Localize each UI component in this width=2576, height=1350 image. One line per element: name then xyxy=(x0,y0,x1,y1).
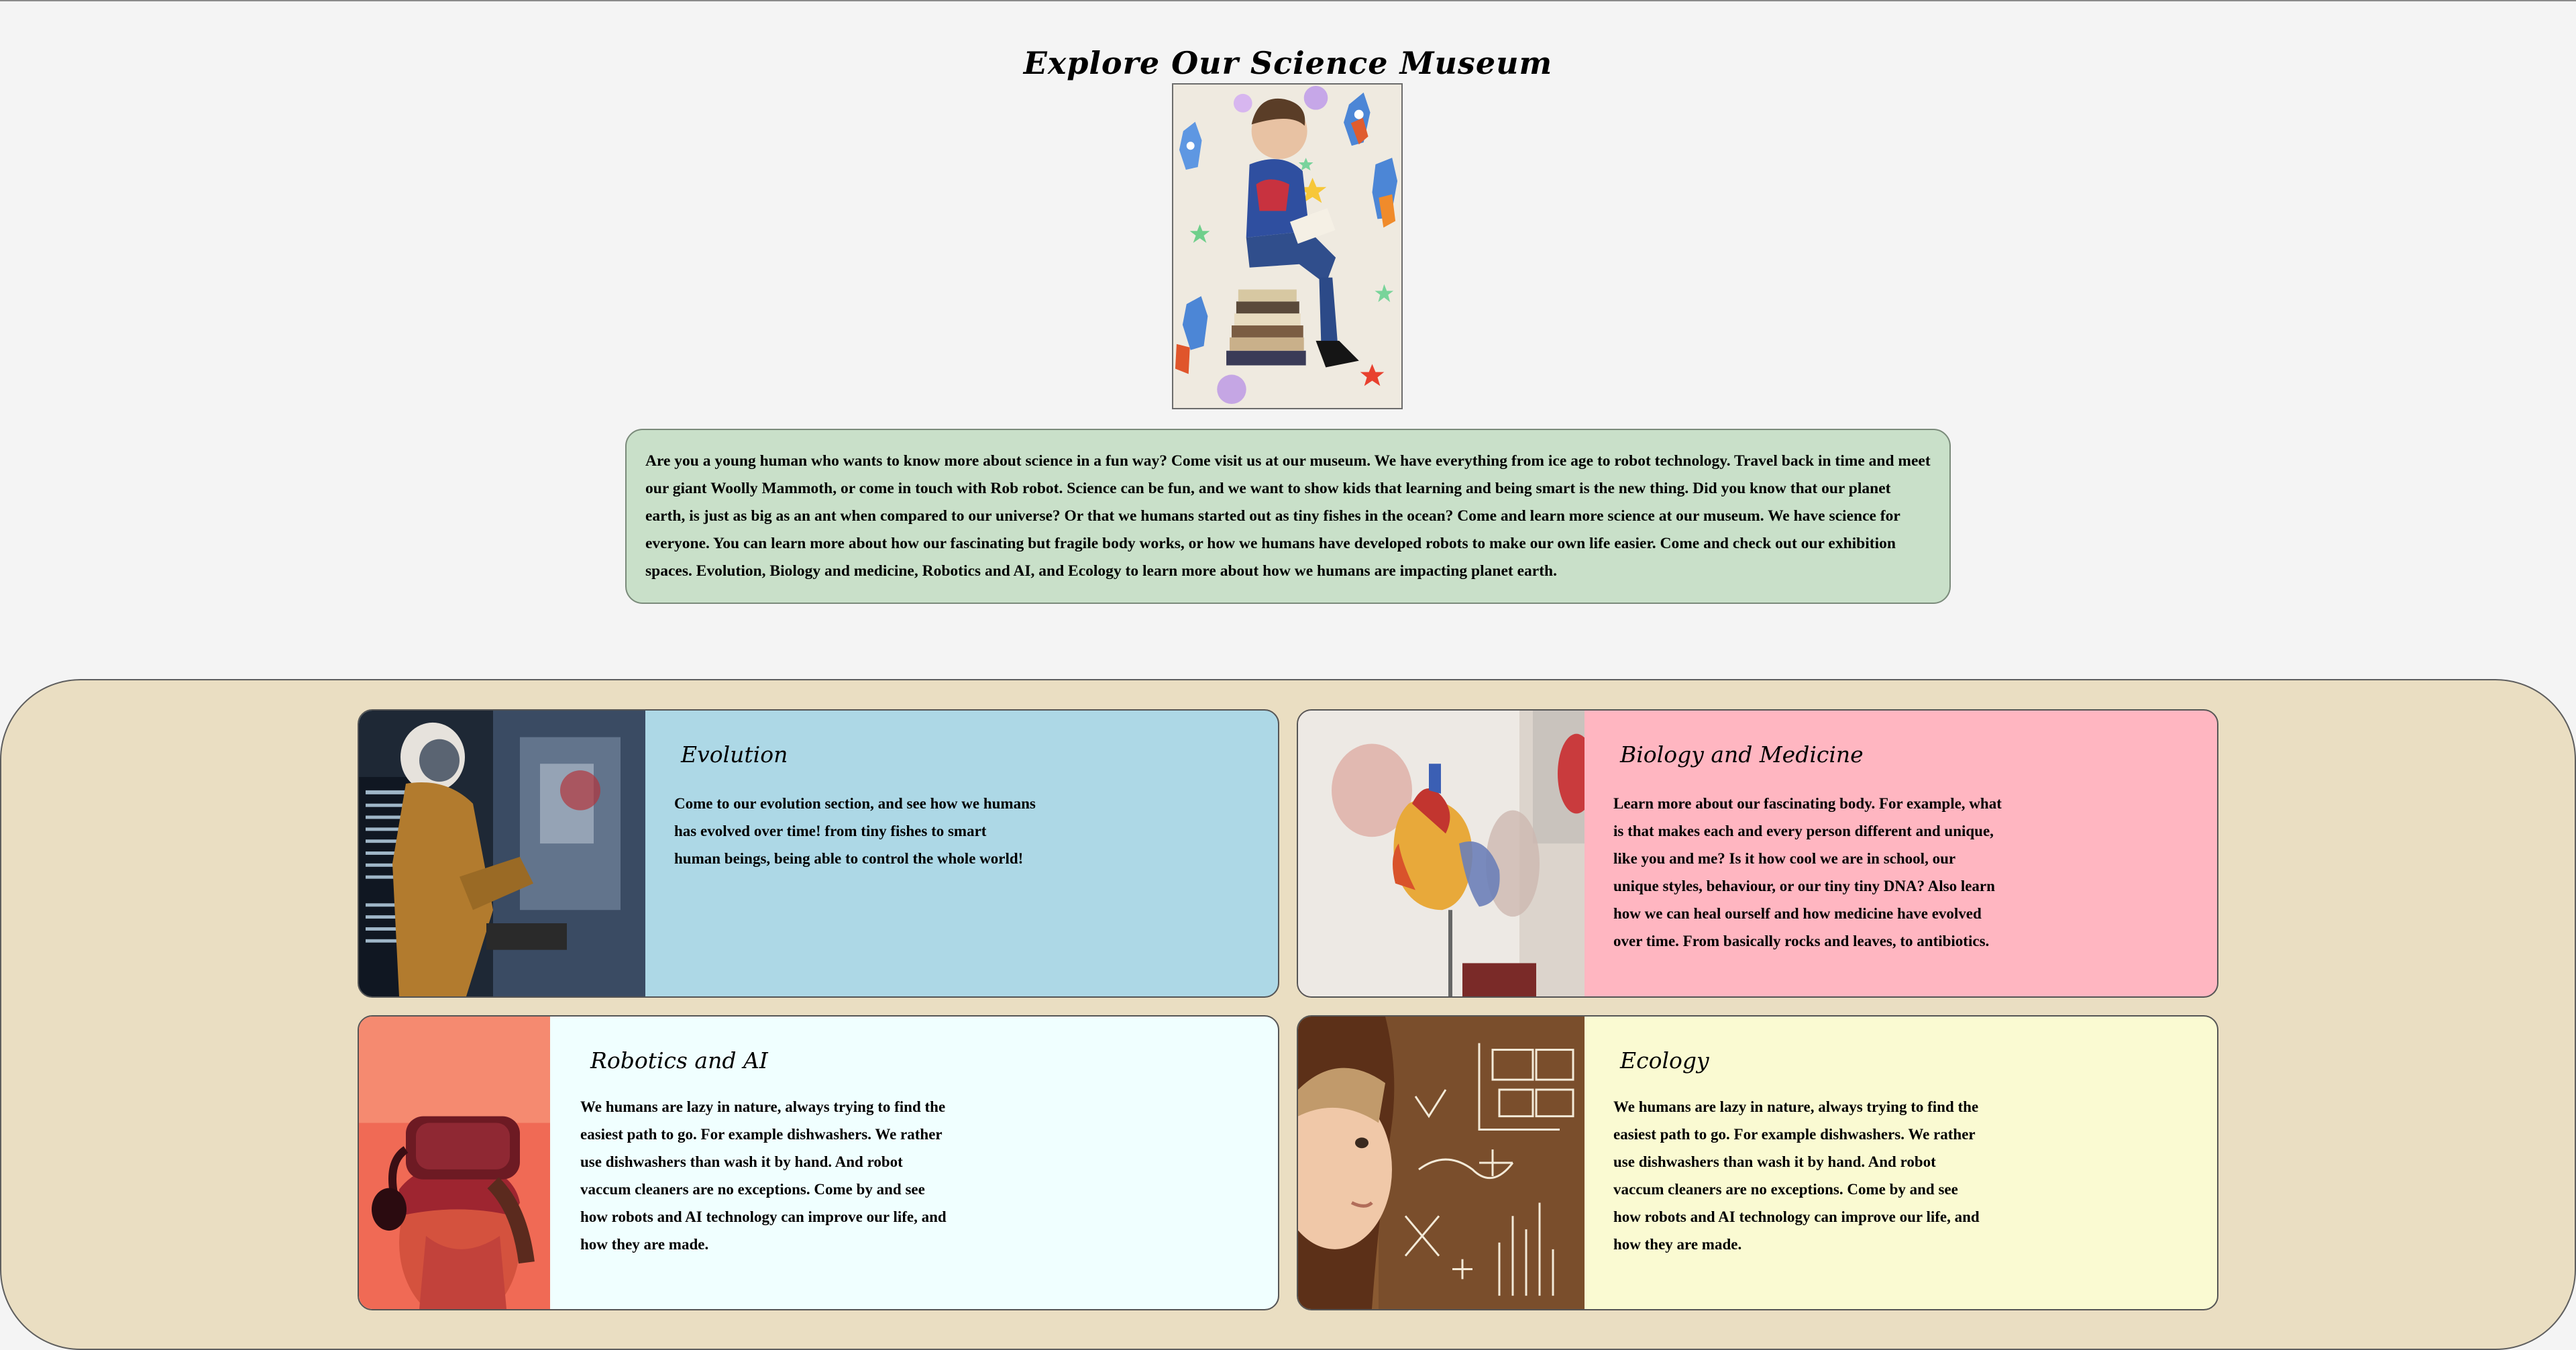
exhibit-card-biology-and-medicine: Biology and Medicine Learn more about ou… xyxy=(1297,709,2218,998)
intro-text-box: Are you a young human who wants to know … xyxy=(625,429,1951,604)
child-with-vr-headset-image xyxy=(359,1017,550,1309)
top-border-line xyxy=(0,0,2576,1)
hero-image xyxy=(1172,83,1403,409)
exhibit-description: We humans are lazy in nature, always try… xyxy=(580,1098,947,1253)
exhibit-card-ecology: Ecology We humans are lazy in nature, al… xyxy=(1297,1015,2218,1310)
exhibit-title: Robotics and AI xyxy=(590,1047,768,1074)
exhibit-title: Evolution xyxy=(681,741,788,768)
exhibit-card-robotics-and-ai: Robotics and AI We humans are lazy in na… xyxy=(358,1015,1279,1310)
exhibit-title: Biology and Medicine xyxy=(1620,741,1864,768)
exhibit-description: Learn more about our fascinating body. F… xyxy=(1613,795,2002,949)
exhibit-description: Come to our evolution section, and see h… xyxy=(674,795,1036,867)
page-title: Explore Our Science Museum xyxy=(1023,44,1553,81)
exhibit-title: Ecology xyxy=(1620,1047,1709,1074)
child-at-chalkboard-formulas-image xyxy=(1298,1017,1585,1309)
exhibit-card-evolution: Evolution Come to our evolution section,… xyxy=(358,709,1279,998)
exhibit-description: We humans are lazy in nature, always try… xyxy=(1613,1098,1980,1253)
astronaut-in-cockpit-image xyxy=(359,711,645,996)
anatomical-heart-model-image xyxy=(1298,711,1585,996)
